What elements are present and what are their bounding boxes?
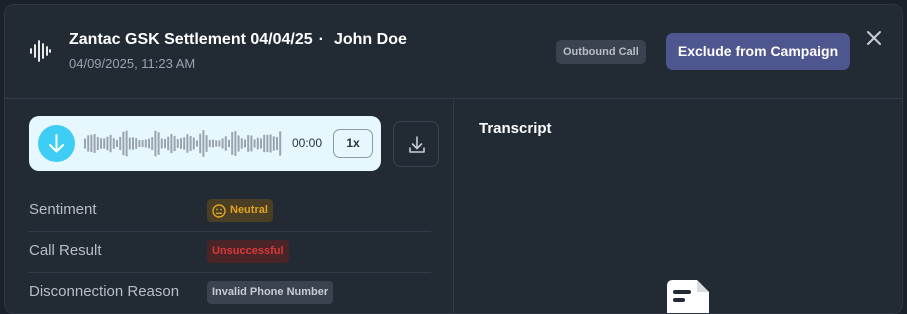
waveform-bar: [272, 136, 275, 151]
waveform-bar: [244, 139, 246, 148]
call-title: Zantac GSK Settlement 04/04/25 · John Do…: [69, 31, 407, 49]
download-button[interactable]: [393, 121, 439, 167]
waveform-bar: [192, 137, 195, 150]
waveform-bar: [224, 136, 227, 151]
waveform-bar: [250, 135, 253, 152]
waveform-bar: [160, 138, 163, 149]
waveform-bar: [237, 135, 240, 152]
waveform-bar: [128, 137, 131, 150]
waveform-bar: [154, 130, 157, 157]
waveform-bar: [164, 138, 166, 149]
waveform-bar: [186, 134, 189, 153]
transcript-panel: Transcript: [455, 100, 902, 313]
disconnection-reason-label: Disconnection Reason: [29, 283, 180, 300]
waveform-bar: [84, 138, 86, 149]
audio-player: 00:00 1x: [29, 116, 381, 171]
call-result-badge: Unsuccessful: [207, 240, 289, 263]
document-icon: [667, 280, 709, 313]
call-type-badge: Outbound Call: [556, 40, 646, 64]
sentiment-value: Neutral: [230, 204, 268, 216]
sentiment-label: Sentiment: [29, 201, 97, 218]
exclude-from-campaign-button[interactable]: Exclude from Campaign: [666, 33, 850, 70]
waveform-bar: [208, 139, 211, 148]
waveform-bar: [212, 139, 214, 148]
waveform-bar: [202, 130, 205, 157]
waveform-bar: [109, 134, 112, 153]
waveform-bar: [228, 139, 230, 148]
play-button[interactable]: [38, 125, 75, 162]
waveform-bar: [260, 138, 262, 149]
waveform-bar: [106, 136, 109, 151]
waveform-bar: [122, 131, 125, 156]
audio-wave-icon: [30, 40, 51, 62]
waveform-bar: [256, 137, 259, 150]
waveform-bar: [231, 132, 234, 155]
sentiment-badge: Neutral: [207, 199, 273, 222]
waveform-bar: [176, 139, 179, 148]
waveform-bar: [263, 134, 266, 153]
waveform-bar: [144, 139, 147, 148]
call-timestamp: 04/09/2025, 11:23 AM: [69, 56, 196, 71]
transcript-title: Transcript: [479, 120, 552, 137]
waveform-bar: [199, 133, 202, 154]
waveform-bar: [103, 138, 106, 149]
waveform-bar: [196, 140, 198, 147]
waveform-bar: [247, 135, 250, 152]
sentiment-row: Sentiment Neutral: [29, 191, 431, 232]
playback-speed-button[interactable]: 1x: [333, 129, 373, 158]
waveform-bar: [279, 131, 282, 156]
waveform-bar: [266, 134, 269, 153]
waveform-bar: [253, 139, 256, 148]
waveform-bar: [112, 138, 115, 149]
audio-waveform[interactable]: [84, 126, 284, 161]
neutral-face-icon: [212, 203, 226, 218]
waveform-bar: [173, 135, 176, 152]
waveform-bar: [90, 134, 93, 153]
waveform-bar: [183, 137, 186, 150]
waveform-bar: [132, 137, 134, 150]
waveform-bar: [240, 138, 243, 149]
call-details-modal: Zantac GSK Settlement 04/04/25 · John Do…: [4, 4, 903, 314]
waveform-bar: [276, 137, 278, 150]
waveform-bar: [218, 140, 221, 147]
waveform-bar: [157, 132, 160, 155]
call-details-panel: 00:00 1x Sentiment Neutral Call Result U…: [5, 100, 454, 313]
modal-header: Zantac GSK Settlement 04/04/25 · John Do…: [5, 5, 902, 99]
playback-time: 00:00: [292, 136, 323, 150]
waveform-bar: [189, 135, 192, 152]
waveform-bar: [87, 135, 90, 152]
download-icon: [409, 136, 425, 153]
waveform-bar: [151, 137, 154, 150]
waveform-bar: [234, 131, 237, 156]
waveform-bar: [116, 139, 118, 148]
waveform-bar: [215, 140, 218, 147]
call-result-row: Call Result Unsuccessful: [29, 232, 431, 273]
waveform-bar: [100, 138, 102, 149]
waveform-bar: [180, 138, 182, 149]
waveform-bar: [138, 140, 141, 147]
waveform-bar: [135, 138, 138, 149]
waveform-bar: [93, 134, 96, 153]
waveform-bar: [269, 134, 272, 153]
waveform-bar: [167, 136, 170, 151]
waveform-bar: [141, 140, 144, 147]
disconnection-reason-row: Disconnection Reason Invalid Phone Numbe…: [29, 273, 431, 313]
waveform-bar: [170, 133, 173, 154]
contact-name: John Doe: [333, 31, 407, 48]
waveform-bar: [205, 135, 208, 152]
waveform-bar: [221, 138, 224, 149]
title-separator: ·: [318, 31, 324, 48]
waveform-bar: [96, 136, 99, 151]
waveform-bar: [148, 138, 150, 149]
close-icon[interactable]: [865, 29, 883, 47]
waveform-bar: [125, 130, 128, 157]
campaign-title: Zantac GSK Settlement 04/04/25: [69, 31, 313, 48]
waveform-bar: [119, 136, 122, 151]
call-result-label: Call Result: [29, 242, 102, 259]
arrow-down-icon: [49, 134, 64, 153]
